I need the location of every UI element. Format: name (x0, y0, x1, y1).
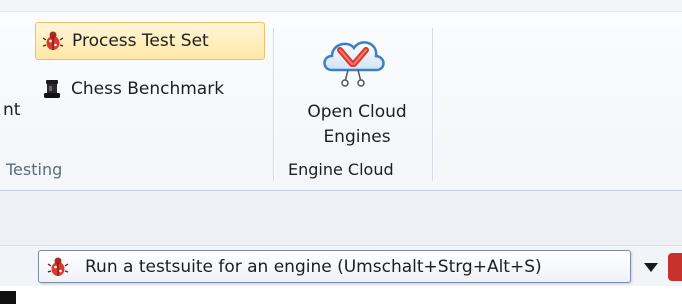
chess-piece-icon (44, 80, 60, 98)
group-separator (432, 28, 433, 181)
triangle-down-icon[interactable] (640, 257, 662, 277)
tooltip-text: Run a testsuite for an engine (Umschalt+… (85, 256, 542, 277)
toolbar-icon-partial[interactable] (668, 253, 682, 281)
content-area (0, 191, 682, 245)
open-cloud-engines-label-line1: Open Cloud (307, 102, 407, 122)
bug-icon (42, 31, 64, 50)
document-area (0, 286, 682, 304)
tooltip: Run a testsuite for an engine (Umschalt+… (38, 250, 631, 283)
engine-cloud-group-label: Engine Cloud (288, 160, 394, 179)
chess-benchmark-button[interactable]: Chess Benchmark (41, 72, 224, 106)
chess-benchmark-label: Chess Benchmark (71, 79, 225, 99)
truncated-ribbon-label: nt (3, 100, 21, 120)
group-separator (273, 28, 274, 181)
open-cloud-engines-label: Open Cloud Engines (287, 100, 427, 150)
process-test-set-label: Process Test Set (72, 31, 209, 51)
bug-icon (47, 257, 69, 276)
testing-group-label: Testing (6, 160, 63, 179)
open-cloud-engines-label-line2: Engines (323, 127, 391, 147)
document-mark (0, 291, 16, 304)
cloud-engines-icon (323, 41, 385, 87)
top-strip (0, 0, 682, 12)
app-window: Process Test Set Chess Benchmark nt Test… (0, 0, 682, 304)
open-cloud-engines-button[interactable]: Open Cloud Engines (287, 26, 427, 154)
process-test-set-button[interactable]: Process Test Set (35, 22, 265, 60)
